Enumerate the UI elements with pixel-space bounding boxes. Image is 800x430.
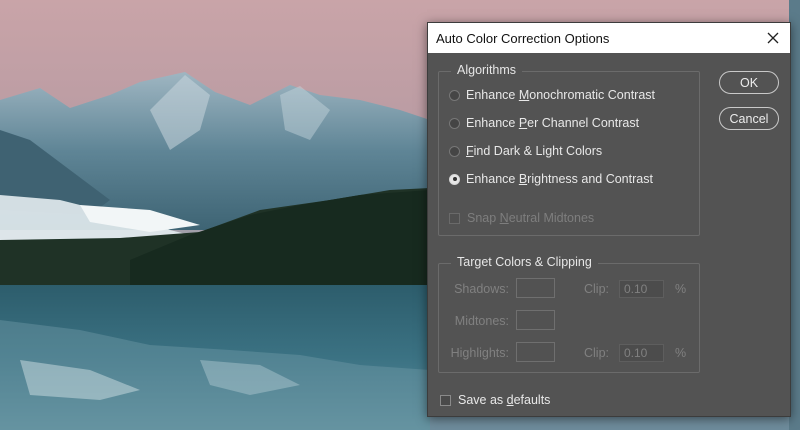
radio-button[interactable] [449, 145, 460, 157]
snap-neutral-midtones-checkbox[interactable]: Snap Neutral Midtones [449, 211, 594, 225]
highlights-percent: % [675, 346, 687, 360]
highlights-label: Highlights: [450, 346, 509, 360]
highlights-clip-label: Clip: [584, 346, 610, 360]
shadows-clip-input[interactable]: 0.10 [619, 280, 664, 298]
radio-button[interactable] [449, 117, 460, 129]
dialog-titlebar: Auto Color Correction Options [428, 23, 790, 53]
highlights-color-swatch[interactable] [516, 342, 555, 362]
target-colors-group: Target Colors & Clipping Shadows: Clip: … [438, 255, 700, 373]
radio-label: Enhance Monochromatic Contrast [466, 88, 656, 102]
close-icon[interactable] [762, 27, 784, 49]
checkbox[interactable] [440, 394, 451, 406]
radio-enhance-brightness-contrast[interactable]: Enhance Brightness and Contrast [449, 172, 653, 186]
checkbox-label: Snap Neutral Midtones [467, 211, 595, 225]
shadows-color-swatch[interactable] [516, 278, 555, 298]
radio-label: Find Dark & Light Colors [466, 144, 603, 158]
algorithms-group: Algorithms Enhance Monochromatic Contras… [438, 63, 700, 236]
save-as-defaults-checkbox[interactable]: Save as defaults [440, 393, 550, 407]
radio-enhance-monochromatic-contrast[interactable]: Enhance Monochromatic Contrast [449, 88, 655, 102]
radio-label: Enhance Per Channel Contrast [466, 116, 640, 130]
radio-label: Enhance Brightness and Contrast [466, 172, 653, 186]
ok-button[interactable]: OK [719, 71, 779, 94]
auto-color-correction-dialog: Auto Color Correction Options Algorithms… [427, 22, 791, 417]
algorithms-legend: Algorithms [451, 63, 523, 77]
shadows-clip-label: Clip: [584, 282, 610, 296]
checkbox-label: Save as defaults [458, 393, 551, 407]
midtones-label: Midtones: [454, 314, 509, 328]
midtones-color-swatch[interactable] [516, 310, 555, 330]
cancel-button[interactable]: Cancel [719, 107, 779, 130]
shadows-percent: % [675, 282, 687, 296]
radio-enhance-per-channel-contrast[interactable]: Enhance Per Channel Contrast [449, 116, 639, 130]
checkbox[interactable] [449, 212, 460, 224]
shadows-label: Shadows: [454, 282, 509, 296]
radio-button[interactable] [449, 89, 460, 101]
radio-button-selected[interactable] [449, 173, 460, 185]
radio-find-dark-light-colors[interactable]: Find Dark & Light Colors [449, 144, 602, 158]
target-colors-legend: Target Colors & Clipping [451, 255, 598, 269]
dialog-title: Auto Color Correction Options [436, 31, 610, 46]
highlights-clip-input[interactable]: 0.10 [619, 344, 664, 362]
